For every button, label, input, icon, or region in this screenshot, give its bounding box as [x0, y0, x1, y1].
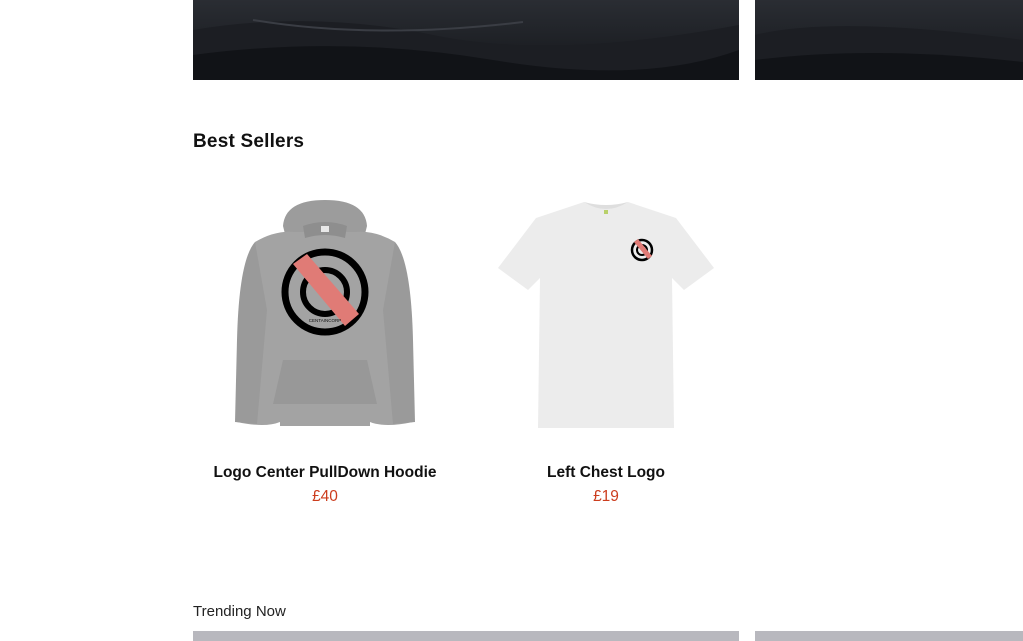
best-sellers-heading: Best Sellers [193, 131, 305, 152]
product-card[interactable]: Left Chest Logo £19 [476, 190, 736, 507]
trending-image[interactable] [193, 631, 739, 641]
product-name[interactable]: Left Chest Logo [476, 463, 736, 483]
hoodie-product-image[interactable]: CENTAINCORP [195, 190, 455, 438]
product-price: £40 [312, 488, 338, 505]
page: Best Sellers CENTAINCORP Logo Center Pul… [0, 0, 1023, 641]
product-name[interactable]: Logo Center PullDown Hoodie [195, 463, 455, 483]
hero-banner-image[interactable] [193, 0, 739, 80]
tshirt-product-image[interactable] [476, 190, 736, 438]
hoodie-logo-text: CENTAINCORP [309, 318, 341, 323]
product-price: £19 [593, 488, 619, 505]
product-card[interactable]: CENTAINCORP Logo Center PullDown Hoodie … [195, 190, 455, 507]
trending-now-heading: Trending Now [193, 603, 286, 620]
hero-banner-image-secondary[interactable] [755, 0, 1023, 80]
trending-image-secondary[interactable] [755, 631, 1023, 641]
